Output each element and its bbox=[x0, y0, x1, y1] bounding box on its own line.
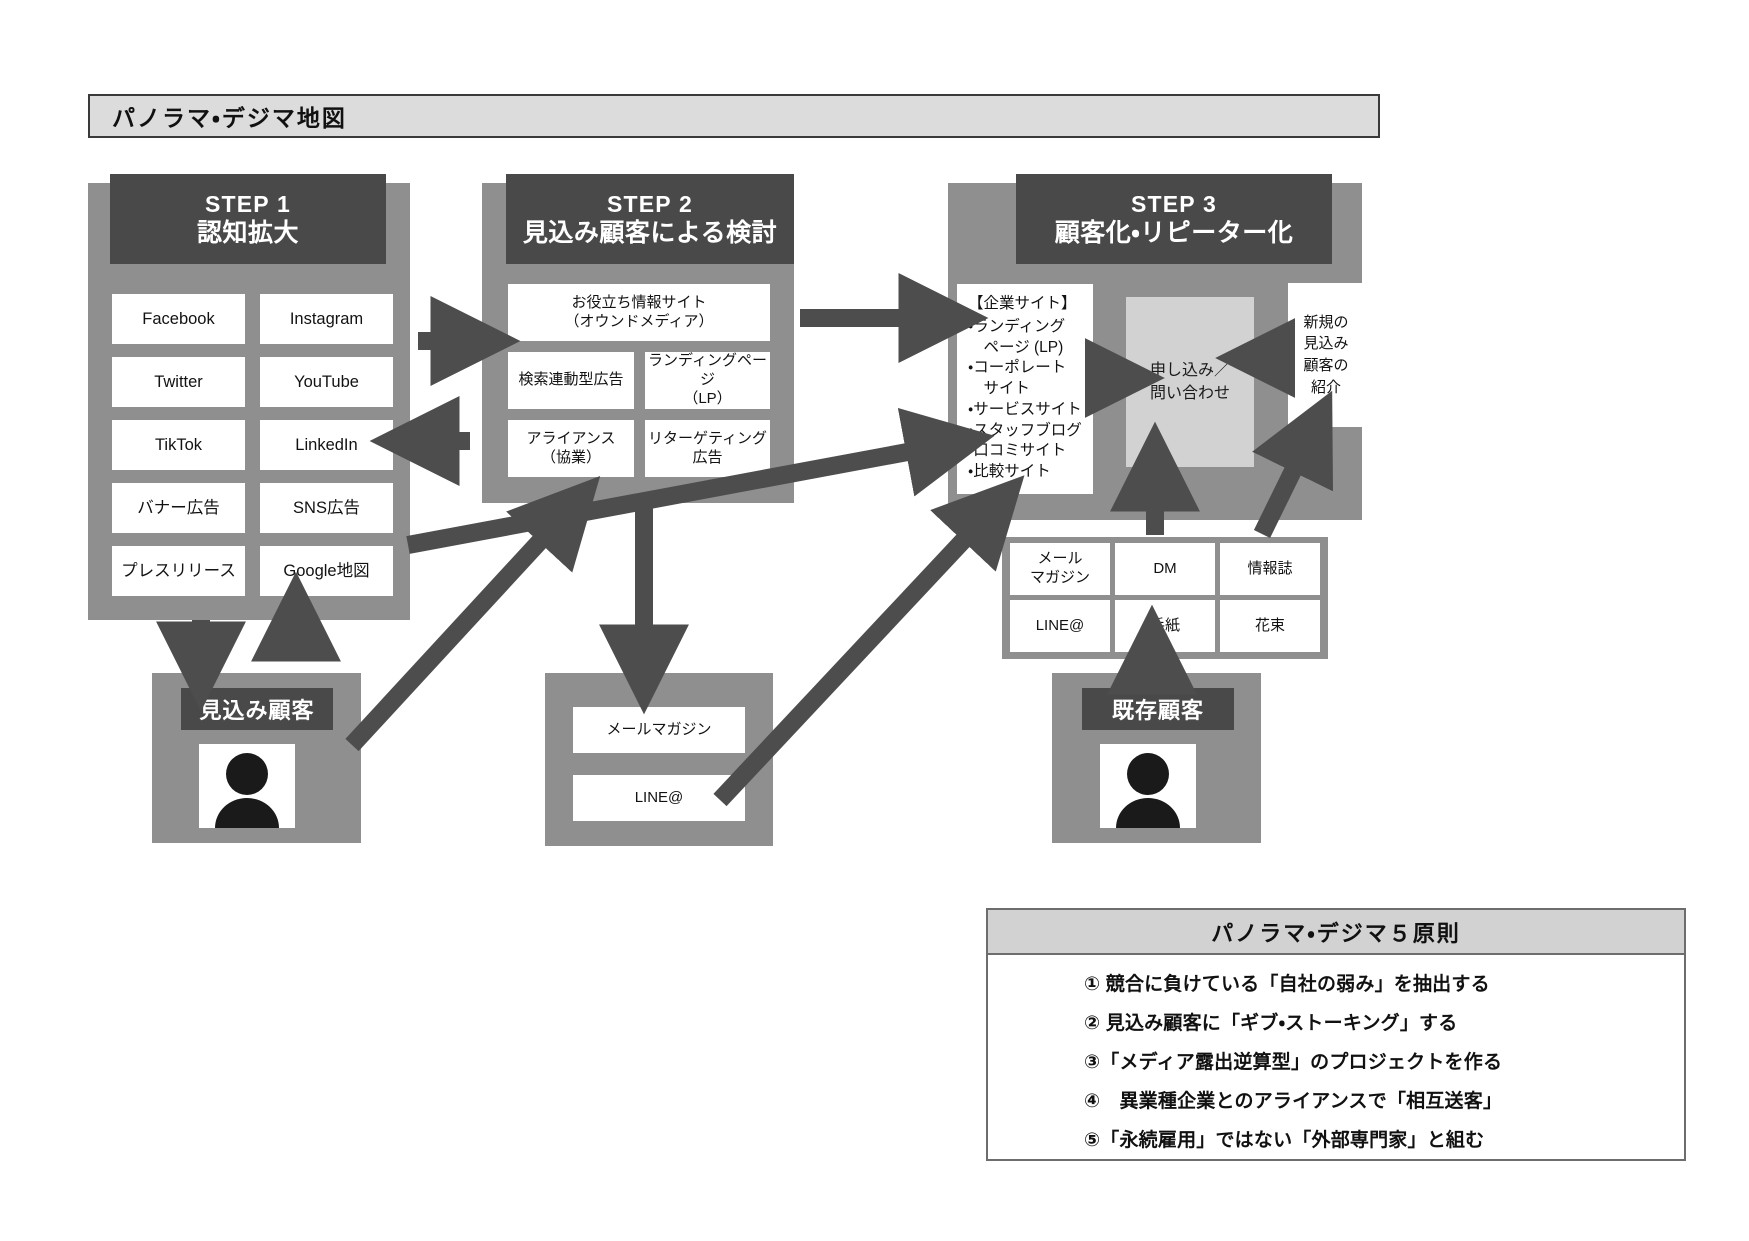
corporate-site-item-review: ・口コミサイト bbox=[968, 442, 1067, 460]
step3-conversion-box[interactable]: 申し込み／ 問い合わせ bbox=[1126, 297, 1254, 467]
principle-item-3: ③「メディア露出逆算型」のプロジェクトを作る bbox=[1084, 1052, 1503, 1073]
nurture-item-mail-magazine[interactable]: メールマガジン bbox=[573, 707, 745, 753]
principle-item-5: ⑤「永続雇用」ではない「外部専門家」と組む bbox=[1084, 1130, 1485, 1151]
retention-item-line[interactable]: LINE@ bbox=[1010, 600, 1110, 652]
diagram-title-bar: パノラマ・デジマ地図 bbox=[88, 94, 1380, 138]
step2-number: STEP 2 bbox=[606, 190, 694, 217]
diagram-title: パノラマ・デジマ地図 bbox=[112, 105, 347, 131]
person-icon bbox=[1116, 753, 1180, 828]
retention-item-magazine[interactable]: 情報誌 bbox=[1220, 543, 1320, 595]
step3-number: STEP 3 bbox=[1130, 190, 1218, 217]
principles-list: ① 競合に負けている「自社の弱み」を抽出する ② 見込み顧客に「ギブ・ストーキン… bbox=[988, 955, 1684, 1152]
corporate-site-item-lp: ・ランディング ページ (LP) bbox=[968, 317, 1066, 356]
step3-referral-box[interactable]: 新規の 見込み 顧客の 紹介 bbox=[1288, 283, 1364, 427]
step2-item-owned-media[interactable]: お役立ち情報サイト （オウンドメディア） bbox=[508, 284, 770, 341]
prospect-avatar bbox=[199, 744, 295, 828]
step1-item-banner-ad[interactable]: バナー広告 bbox=[112, 483, 245, 533]
step1-item-google-map[interactable]: Google地図 bbox=[260, 546, 393, 596]
step1-item-facebook[interactable]: Facebook bbox=[112, 294, 245, 344]
existing-customer-avatar bbox=[1100, 744, 1196, 828]
nurture-item-line[interactable]: LINE@ bbox=[573, 775, 745, 821]
step2-name: 見込み顧客による検討 bbox=[522, 218, 778, 247]
person-icon bbox=[215, 753, 279, 828]
retention-item-letter[interactable]: 手紙 bbox=[1115, 600, 1215, 652]
principle-item-2: ② 見込み顧客に「ギブ・ストーキング」する bbox=[1084, 1013, 1458, 1034]
step1-item-linkedin[interactable]: LinkedIn bbox=[260, 420, 393, 470]
step1-item-twitter[interactable]: Twitter bbox=[112, 357, 245, 407]
principles-title: パノラマ・デジマ５原則 bbox=[988, 910, 1684, 955]
corporate-site-item-corporate: ・コーポレート サイト bbox=[968, 359, 1067, 398]
corporate-site-item-comparison: ・比較サイト bbox=[968, 463, 1051, 481]
existing-customer-label: 既存顧客 bbox=[1082, 688, 1234, 730]
step1-item-tiktok[interactable]: TikTok bbox=[112, 420, 245, 470]
step3-header: STEP 3 顧客化・リピーター化 bbox=[1016, 174, 1332, 264]
corporate-site-heading: 【企業サイト】 bbox=[968, 295, 1077, 312]
corporate-site-item-staff-blog: ・スタッフブログ bbox=[968, 421, 1082, 439]
principles-box: パノラマ・デジマ５原則 ① 競合に負けている「自社の弱み」を抽出する ② 見込み… bbox=[986, 908, 1686, 1161]
corporate-site-item-service: ・サービスサイト bbox=[968, 400, 1082, 418]
retention-item-flowers[interactable]: 花束 bbox=[1220, 600, 1320, 652]
step1-item-sns-ad[interactable]: SNS広告 bbox=[260, 483, 393, 533]
diagram-canvas: パノラマ・デジマ地図 STEP 1 認知拡大 Facebook Instagra… bbox=[0, 0, 1749, 1241]
retention-item-dm[interactable]: DM bbox=[1115, 543, 1215, 595]
principle-item-4: ④ 異業種企業とのアライアンスで「相互送客」 bbox=[1084, 1091, 1503, 1112]
retention-item-mail-magazine[interactable]: メール マガジン bbox=[1010, 543, 1110, 595]
step1-item-press-release[interactable]: プレスリリース bbox=[112, 546, 245, 596]
step2-item-alliance[interactable]: アライアンス （協業） bbox=[508, 420, 634, 477]
step2-header: STEP 2 見込み顧客による検討 bbox=[506, 174, 794, 264]
prospect-label: 見込み顧客 bbox=[181, 688, 333, 730]
step2-item-search-ads[interactable]: 検索連動型広告 bbox=[508, 352, 634, 409]
step1-item-instagram[interactable]: Instagram bbox=[260, 294, 393, 344]
step1-name: 認知拡大 bbox=[196, 218, 299, 247]
step3-corporate-site-box[interactable]: 【企業サイト】 ・ランディング ページ (LP) ・コーポレート サイト ・サー… bbox=[957, 284, 1093, 494]
step1-header: STEP 1 認知拡大 bbox=[110, 174, 386, 264]
step1-item-youtube[interactable]: YouTube bbox=[260, 357, 393, 407]
principle-item-1: ① 競合に負けている「自社の弱み」を抽出する bbox=[1084, 974, 1490, 995]
step3-name: 顧客化・リピーター化 bbox=[1054, 218, 1294, 247]
step1-number: STEP 1 bbox=[204, 190, 292, 217]
step2-item-landing-page[interactable]: ランディングページ （LP） bbox=[645, 352, 770, 409]
step2-item-retargeting[interactable]: リターゲティング 広告 bbox=[645, 420, 770, 477]
